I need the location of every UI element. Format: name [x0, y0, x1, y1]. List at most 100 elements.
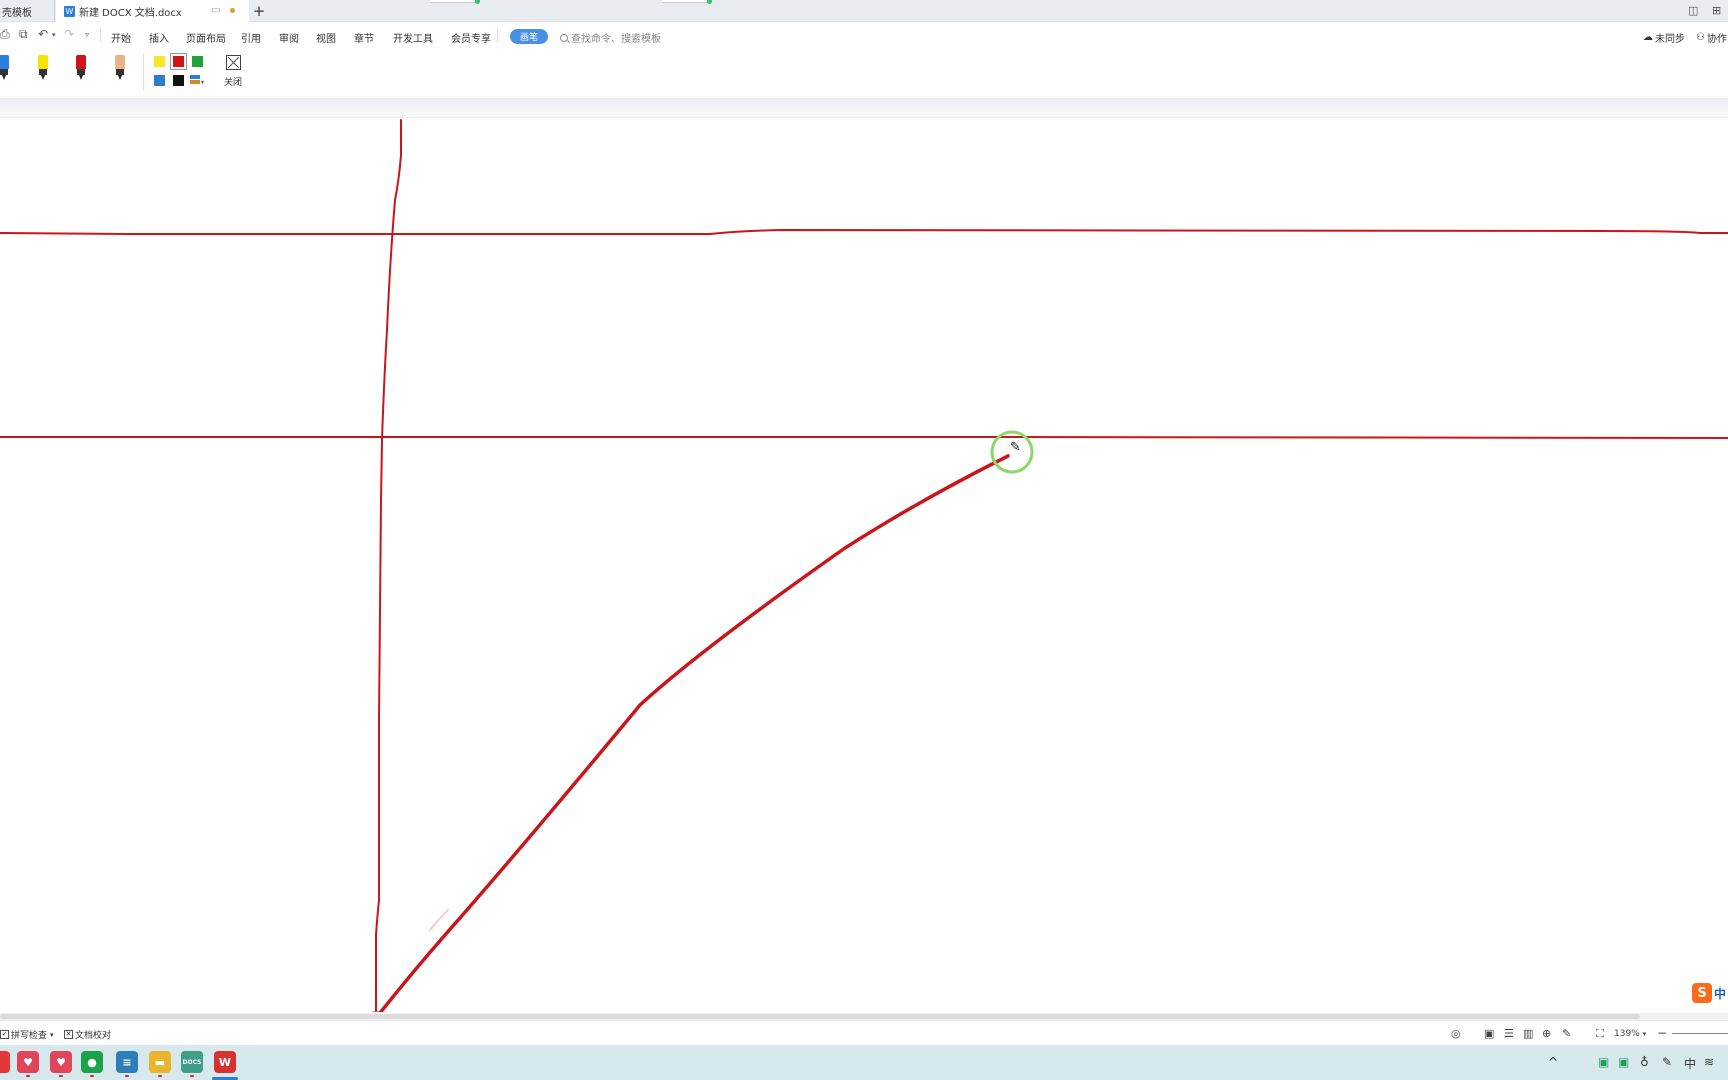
search-placeholder: 查找命令、搜索模板 [571, 34, 661, 45]
ink-stroke-curve-highlight [429, 909, 449, 931]
chevron-down-icon: ▾ [1642, 1030, 1647, 1038]
zoom-value: 139% [1614, 1029, 1640, 1039]
outline-view-icon[interactable]: ☰ [1504, 1027, 1514, 1040]
pen-blue-tool[interactable] [0, 55, 11, 81]
proofread-icon: ✕ [64, 1030, 73, 1039]
layout-icon[interactable]: ◫ [1688, 4, 1698, 17]
sync-status-button[interactable]: ☁ 未同步 [1643, 30, 1685, 45]
app-grid-icon[interactable]: ⊞ [1712, 4, 1721, 17]
menu-page-layout[interactable]: 页面布局 [186, 30, 226, 45]
tab-document[interactable]: W 新建 DOCX 文档.docx ▭ [56, 0, 249, 22]
taskbar-app-red[interactable] [0, 1051, 10, 1073]
marker-red-tool[interactable] [74, 55, 88, 81]
close-pen-icon[interactable] [226, 55, 241, 70]
color-yellow-swatch[interactable] [154, 56, 165, 67]
document-canvas[interactable]: ✎ [0, 118, 1728, 1012]
close-pen-label[interactable]: 关闭 [224, 75, 242, 88]
proofread-label: 文档校对 [75, 1031, 112, 1041]
ink-stroke-horizontal-mid [0, 436, 1728, 439]
tray-expand-icon[interactable]: ^ [1548, 1055, 1558, 1069]
pen-cap [115, 55, 125, 69]
command-search[interactable]: 查找命令、搜索模板 [560, 30, 661, 45]
microphone-icon[interactable]: ♁ [1640, 1055, 1649, 1069]
ink-layer [0, 119, 1728, 1012]
eye-protection-icon[interactable]: ◎ [1451, 1027, 1461, 1040]
menu-view[interactable]: 视图 [316, 30, 336, 45]
fit-page-icon[interactable]: ⛶ [1596, 1027, 1604, 1041]
web-view-icon[interactable]: ⊕ [1542, 1027, 1551, 1040]
scrollbar-thumb[interactable] [0, 1014, 1640, 1019]
taskbar-app-docs[interactable]: DOCS [181, 1051, 203, 1073]
ime-mode-label: 中 [1714, 986, 1727, 1001]
tab-pen[interactable]: 画笔 [510, 29, 548, 44]
tab-template-label: 壳模板 [2, 7, 32, 19]
taskbar-app-health-2[interactable]: ♥ [50, 1051, 72, 1073]
color-black-swatch[interactable] [173, 75, 184, 86]
spellcheck-button[interactable]: ✓ 拼写检查 ▾ [0, 1028, 54, 1041]
menu-review[interactable]: 审阅 [279, 30, 299, 45]
taskbar-app-chat[interactable]: ● [81, 1051, 103, 1073]
pencil-tan-tool[interactable] [113, 55, 127, 81]
taskbar-app-health-1[interactable]: ♥ [17, 1051, 39, 1073]
unsaved-dot-icon [230, 8, 235, 13]
divider [497, 29, 498, 42]
redo-icon[interactable]: ↷ [64, 27, 74, 41]
highlighter-yellow-tool[interactable] [36, 55, 50, 81]
print-icon[interactable]: ⎙ [0, 27, 10, 42]
menu-sections[interactable]: 章节 [354, 30, 374, 45]
zoom-slider[interactable] [1672, 1033, 1728, 1034]
new-tab-button[interactable]: + [250, 2, 268, 20]
write-mode-icon[interactable]: ✎ [1562, 1027, 1571, 1040]
taskbar-app-folder[interactable]: ▬ [149, 1051, 171, 1073]
tab-template[interactable]: 壳模板 [0, 0, 55, 22]
running-indicator [26, 1075, 30, 1077]
menu-insert[interactable]: 插入 [149, 30, 169, 45]
zoom-out-button[interactable]: − [1657, 1026, 1667, 1040]
comment-icon[interactable]: ▭ [211, 5, 220, 16]
chevron-down-icon: ▾ [201, 79, 205, 86]
ink-stroke-curve [378, 454, 1010, 1012]
zoom-level[interactable]: 139% ▾ [1614, 1029, 1646, 1039]
menu-references[interactable]: 引用 [241, 30, 261, 45]
taskbar-app-wps[interactable]: W [214, 1051, 236, 1073]
tray-ime-label[interactable]: 中 [1684, 1055, 1696, 1072]
customize-qa-icon[interactable]: ▿ [85, 30, 89, 39]
color-green-swatch[interactable] [192, 56, 203, 67]
wifi-icon[interactable]: ≋ [1704, 1055, 1714, 1069]
menu-developer[interactable]: 开发工具 [393, 30, 433, 45]
more-colors-bar [190, 75, 200, 79]
running-indicator [90, 1075, 94, 1077]
color-red-swatch[interactable] [170, 53, 187, 70]
reading-view-icon[interactable]: ▥ [1523, 1027, 1533, 1040]
ink-stroke-vertical [375, 119, 402, 1012]
pen-tip [79, 75, 83, 80]
color-blue-swatch[interactable] [154, 75, 165, 86]
tray-sync-icon[interactable]: ▣ [1598, 1055, 1609, 1069]
more-colors-bar [190, 80, 200, 84]
pen-tray-icon[interactable]: ✎ [1662, 1055, 1672, 1069]
spellcheck-label: 拼写检查 [11, 1031, 48, 1041]
floating-window-handle[interactable] [430, 0, 480, 4]
floating-window-handle-2[interactable] [662, 0, 712, 4]
print-preview-icon[interactable]: ⧉ [19, 27, 28, 42]
menu-bar: ⎙ ⧉ ↶ ▾ ↷ ▿ 开始 插入 页面布局 引用 审阅 视图 章节 开发工具 … [0, 22, 1728, 48]
search-icon [560, 33, 568, 42]
menu-member[interactable]: 会员专享 [451, 30, 491, 45]
proofread-button[interactable]: ✕ 文档校对 [64, 1028, 111, 1041]
collaborate-button[interactable]: ⚇ 协作 [1696, 30, 1727, 45]
pen-ribbon: ▾ 关闭 [0, 48, 1728, 98]
undo-icon[interactable]: ↶ [38, 27, 48, 41]
running-indicator [59, 1075, 63, 1077]
page-view-icon[interactable]: ▣ [1484, 1027, 1494, 1040]
horizontal-scrollbar[interactable] [0, 1013, 1728, 1020]
undo-dropdown-icon[interactable]: ▾ [52, 31, 56, 39]
menu-home[interactable]: 开始 [111, 30, 131, 45]
sogou-ime-icon: S [1692, 983, 1712, 1003]
running-indicator [158, 1075, 162, 1077]
ime-indicator[interactable]: S 中 [1692, 982, 1726, 1004]
tray-sync-icon-2[interactable]: ▣ [1618, 1055, 1629, 1069]
pen-cap [38, 55, 48, 69]
more-colors-button[interactable]: ▾ [190, 75, 204, 86]
user-icon: ⚇ [1696, 32, 1705, 43]
taskbar-app-notes[interactable]: ≡ [116, 1051, 138, 1073]
